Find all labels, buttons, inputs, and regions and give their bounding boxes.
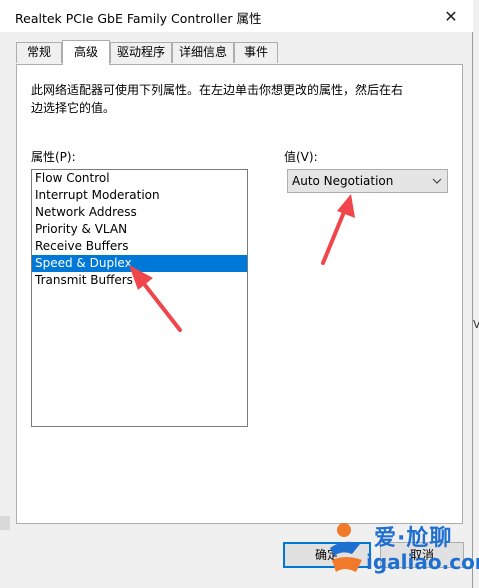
list-item-transmit-buffers[interactable]: Transmit Buffers bbox=[32, 272, 247, 289]
watermark-person-icon bbox=[330, 523, 362, 572]
watermark-domain: igaliao.com bbox=[366, 550, 479, 574]
list-item-flow-control[interactable]: Flow Control bbox=[32, 170, 247, 187]
window-title: Realtek PCIe GbE Family Controller 属性 bbox=[15, 11, 262, 26]
tab-events[interactable]: 事件 bbox=[234, 42, 278, 63]
value-label: 值(V): bbox=[284, 150, 318, 164]
list-item-interrupt-moderation[interactable]: Interrupt Moderation bbox=[32, 187, 247, 204]
list-item-receive-buffers[interactable]: Receive Buffers bbox=[32, 238, 247, 255]
advanced-panel: 此网络适配器可使用下列属性。在左边单击你想更改的属性，然后在右 边选择它的值。 … bbox=[16, 64, 463, 524]
watermark-logo: 爱·尬聊 igaliao.com bbox=[322, 518, 479, 580]
properties-dialog: Realtek PCIe GbE Family Controller 属性 ✕ … bbox=[0, 0, 473, 588]
background-strip bbox=[0, 516, 10, 530]
property-listbox[interactable]: Flow Control Interrupt Moderation Networ… bbox=[31, 169, 248, 427]
list-item-priority-vlan[interactable]: Priority & VLAN bbox=[32, 221, 247, 238]
property-label: 属性(P): bbox=[31, 150, 76, 164]
tab-advanced[interactable]: 高级 bbox=[62, 40, 110, 65]
close-button[interactable]: ✕ bbox=[429, 0, 473, 32]
watermark-brand: 爱·尬聊 bbox=[374, 526, 453, 551]
list-item-network-address[interactable]: Network Address bbox=[32, 204, 247, 221]
panel-description: 此网络适配器可使用下列属性。在左边单击你想更改的属性，然后在右 边选择它的值。 bbox=[31, 83, 404, 115]
tab-general[interactable]: 常规 bbox=[16, 42, 62, 63]
selected-value: Auto Negotiation bbox=[292, 174, 394, 188]
list-item-speed-duplex[interactable]: Speed & Duplex bbox=[32, 255, 247, 272]
title-bar: Realtek PCIe GbE Family Controller 属性 ✕ bbox=[0, 0, 473, 32]
close-icon: ✕ bbox=[444, 6, 458, 26]
value-select[interactable]: Auto Negotiation bbox=[287, 169, 448, 193]
tab-details[interactable]: 详细信息 bbox=[172, 42, 234, 63]
background-window-text: Va bbox=[473, 318, 479, 331]
tab-driver[interactable]: 驱动程序 bbox=[110, 42, 172, 63]
chevron-down-icon bbox=[432, 178, 442, 184]
